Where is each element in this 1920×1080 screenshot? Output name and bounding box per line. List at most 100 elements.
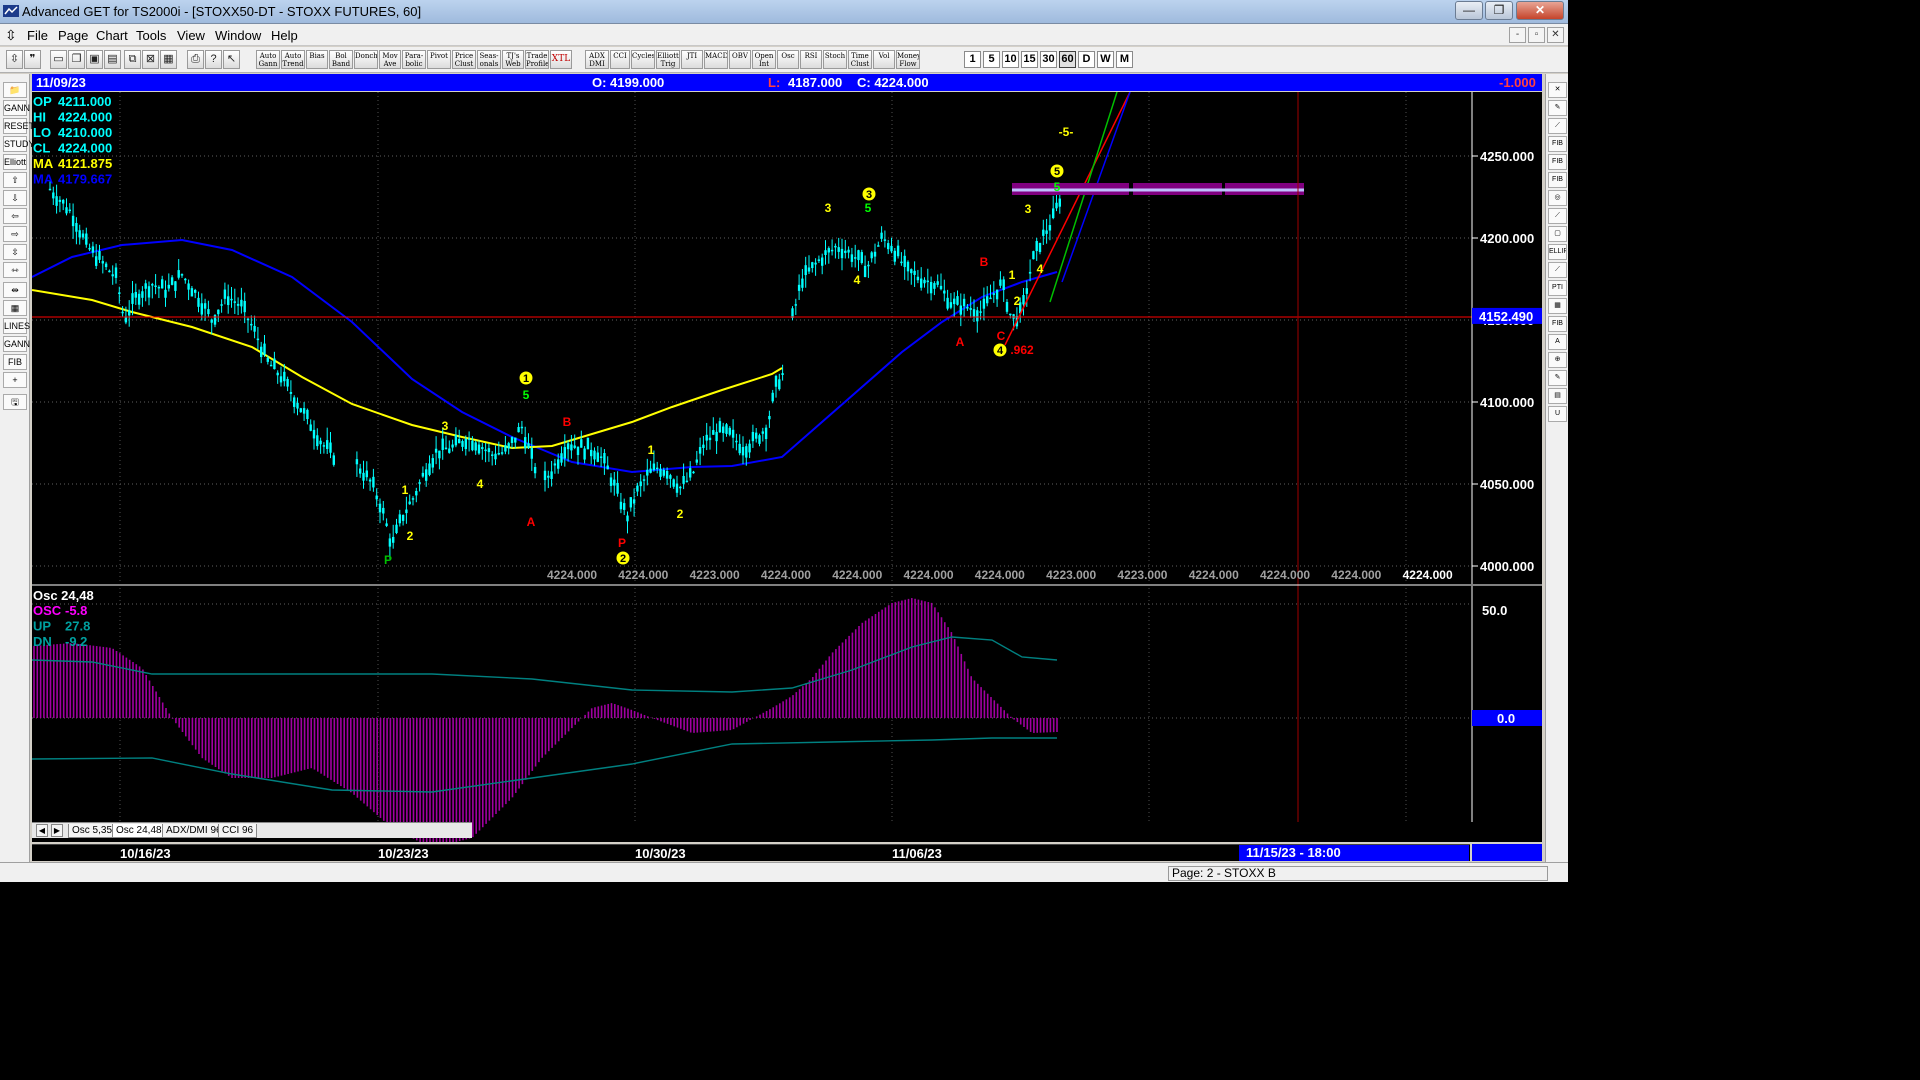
tab-indicator[interactable]: CCI 96 bbox=[218, 824, 258, 838]
left-tool-button[interactable]: ⇳ bbox=[3, 244, 27, 260]
elliott-label[interactable]: 2 bbox=[407, 529, 414, 543]
menu-chart[interactable]: Chart bbox=[96, 28, 128, 43]
menu-window[interactable]: Window bbox=[215, 28, 261, 43]
timeframe-button-30[interactable]: 30 bbox=[1040, 51, 1057, 68]
copy-icon[interactable]: ❐ bbox=[68, 50, 85, 69]
tab-indicator[interactable]: ADX/DMI 96 bbox=[162, 824, 226, 838]
right-tool-button[interactable]: ▦ bbox=[1548, 298, 1567, 314]
print-icon[interactable]: ⎙ bbox=[187, 50, 204, 69]
study-button-rsi[interactable]: RSI bbox=[800, 50, 822, 69]
mdi-restore-button[interactable]: ▫ bbox=[1528, 27, 1545, 43]
elliott-label[interactable]: 2 bbox=[620, 553, 626, 565]
chart-area[interactable]: P 1 2 3 4 1 5 A B 1 2 P 2 3 3 5 4 B A 1 2 C 4.962 3 4 5 5 -5- OP 421… bbox=[32, 92, 1542, 842]
right-tool-button[interactable]: ⟋ bbox=[1548, 208, 1567, 224]
study-button-trade-profile[interactable]: Trade Profile bbox=[525, 50, 549, 69]
left-tool-button[interactable]: ▦ bbox=[3, 300, 27, 316]
elliott-label[interactable]: 4 bbox=[1037, 262, 1044, 276]
timeframe-button-w[interactable]: W bbox=[1097, 51, 1114, 68]
left-tool-button[interactable]: + bbox=[3, 372, 27, 388]
left-tool-button[interactable]: FIB bbox=[3, 354, 27, 370]
elliott-label[interactable]: 1 bbox=[402, 483, 409, 497]
elliott-label[interactable]: 4 bbox=[997, 345, 1004, 357]
study-button-seas-onals[interactable]: Seas-onals bbox=[477, 50, 501, 69]
cascade-icon[interactable]: ⧉ bbox=[124, 50, 141, 69]
study-button-auto-trend[interactable]: Auto Trend bbox=[281, 50, 305, 69]
right-tool-button[interactable]: ✕ bbox=[1548, 82, 1567, 98]
timeframe-button-d[interactable]: D bbox=[1078, 51, 1095, 68]
grid-icon[interactable]: ▦ bbox=[160, 50, 177, 69]
elliott-label[interactable]: P bbox=[384, 553, 392, 567]
study-button-open-int[interactable]: Open Int bbox=[752, 50, 776, 69]
context-help-icon[interactable]: ↖ bbox=[223, 50, 240, 69]
left-tool-button[interactable]: LINES bbox=[3, 318, 30, 334]
study-button-cycles[interactable]: Cycles bbox=[631, 50, 655, 69]
study-button-mov-ave[interactable]: Mov Ave bbox=[379, 50, 401, 69]
left-tool-button[interactable]: ⇨ bbox=[3, 226, 27, 242]
right-tool-button[interactable]: A bbox=[1548, 334, 1567, 350]
window-icon[interactable]: ▣ bbox=[86, 50, 103, 69]
timeframe-button-5[interactable]: 5 bbox=[983, 51, 1000, 68]
tab-indicator[interactable]: Osc 5,35 bbox=[68, 824, 117, 838]
right-tool-button[interactable]: FIB TIME bbox=[1548, 172, 1567, 188]
study-button-bias[interactable]: Bias bbox=[306, 50, 328, 69]
left-tool-button[interactable]: GANN bbox=[3, 100, 30, 116]
right-tool-button[interactable]: ⊕ bbox=[1548, 352, 1567, 368]
timeframe-button-10[interactable]: 10 bbox=[1002, 51, 1019, 68]
chart-canvas[interactable]: P123415AB12P23354BA12C4.9623455-5- OP 421… bbox=[32, 92, 1542, 842]
elliott-label[interactable]: 3 bbox=[866, 189, 872, 201]
elliott-label[interactable]: B bbox=[563, 415, 572, 429]
mdi-minimize-button[interactable]: - bbox=[1509, 27, 1526, 43]
elliott-label[interactable]: 1 bbox=[523, 373, 529, 385]
menu-view[interactable]: View bbox=[177, 28, 205, 43]
elliott-label[interactable]: -5- bbox=[1059, 125, 1074, 139]
elliott-label[interactable]: 1 bbox=[1009, 268, 1016, 282]
elliott-label[interactable]: 4 bbox=[854, 273, 861, 287]
study-button-para-bolic[interactable]: Para-bolic bbox=[402, 50, 426, 69]
tile-icon[interactable]: ▤ bbox=[104, 50, 121, 69]
menu-file[interactable]: File bbox=[27, 28, 48, 43]
right-tool-button[interactable]: ▢ bbox=[1548, 226, 1567, 242]
study-button-donch[interactable]: Donch bbox=[354, 50, 378, 69]
elliott-label[interactable]: A bbox=[527, 515, 536, 529]
left-tool-button[interactable]: 🖫 bbox=[3, 394, 27, 410]
timeframe-button-1[interactable]: 1 bbox=[964, 51, 981, 68]
tab-scroll-right-icon[interactable]: ▶ bbox=[51, 824, 63, 837]
new-page-icon[interactable]: ▭ bbox=[50, 50, 67, 69]
study-button-money-flow[interactable]: Money Flow bbox=[896, 50, 920, 69]
delete-icon[interactable]: ⊠ bbox=[142, 50, 159, 69]
tab-scroll-left-icon[interactable]: ◀ bbox=[36, 824, 48, 837]
timeframe-button-m[interactable]: M bbox=[1116, 51, 1133, 68]
study-button-jti[interactable]: JTI bbox=[681, 50, 703, 69]
study-button-stoch[interactable]: Stoch bbox=[823, 50, 847, 69]
right-tool-button[interactable]: ELLIPS bbox=[1548, 244, 1567, 260]
quote-icon[interactable]: ❞ bbox=[24, 50, 41, 69]
minimize-button[interactable]: — bbox=[1455, 1, 1483, 20]
right-tool-button[interactable]: ◎ bbox=[1548, 190, 1567, 206]
left-tool-button[interactable]: ⇿ bbox=[3, 262, 27, 278]
study-button-elliott-trig[interactable]: Elliott Trig bbox=[656, 50, 680, 69]
study-button-bol-band[interactable]: Bol Band bbox=[329, 50, 353, 69]
study-button-obv[interactable]: OBV bbox=[729, 50, 751, 69]
elliott-label[interactable]: C bbox=[997, 329, 1006, 343]
left-tool-button[interactable]: ⇦ bbox=[3, 208, 27, 224]
left-tool-button[interactable]: 📁 bbox=[3, 82, 27, 98]
right-tool-button[interactable]: ✎ bbox=[1548, 100, 1567, 116]
elliott-label[interactable]: .962 bbox=[1010, 343, 1034, 357]
menu-page[interactable]: Page bbox=[58, 28, 88, 43]
elliott-label[interactable]: 1 bbox=[648, 443, 655, 457]
left-tool-button[interactable]: RESET bbox=[3, 118, 34, 134]
right-tool-button[interactable]: U bbox=[1548, 406, 1567, 422]
elliott-label[interactable]: 2 bbox=[1014, 294, 1021, 308]
elliott-label[interactable]: 5 bbox=[523, 388, 530, 402]
left-tool-button[interactable]: ⇩ bbox=[3, 190, 27, 206]
pin-icon[interactable]: ⇳ bbox=[6, 50, 23, 69]
study-button-cci[interactable]: CCI bbox=[610, 50, 630, 69]
elliott-label[interactable]: 5 bbox=[865, 201, 872, 215]
right-tool-button[interactable]: FIB bbox=[1548, 316, 1567, 332]
left-tool-button[interactable]: Elliott bbox=[3, 154, 27, 170]
menu-help[interactable]: Help bbox=[271, 28, 298, 43]
left-tool-button[interactable]: STUDY bbox=[3, 136, 35, 152]
study-button-vol[interactable]: Vol bbox=[873, 50, 895, 69]
elliott-label[interactable]: 3 bbox=[1025, 202, 1032, 216]
maximize-button[interactable]: ❐ bbox=[1485, 1, 1513, 20]
